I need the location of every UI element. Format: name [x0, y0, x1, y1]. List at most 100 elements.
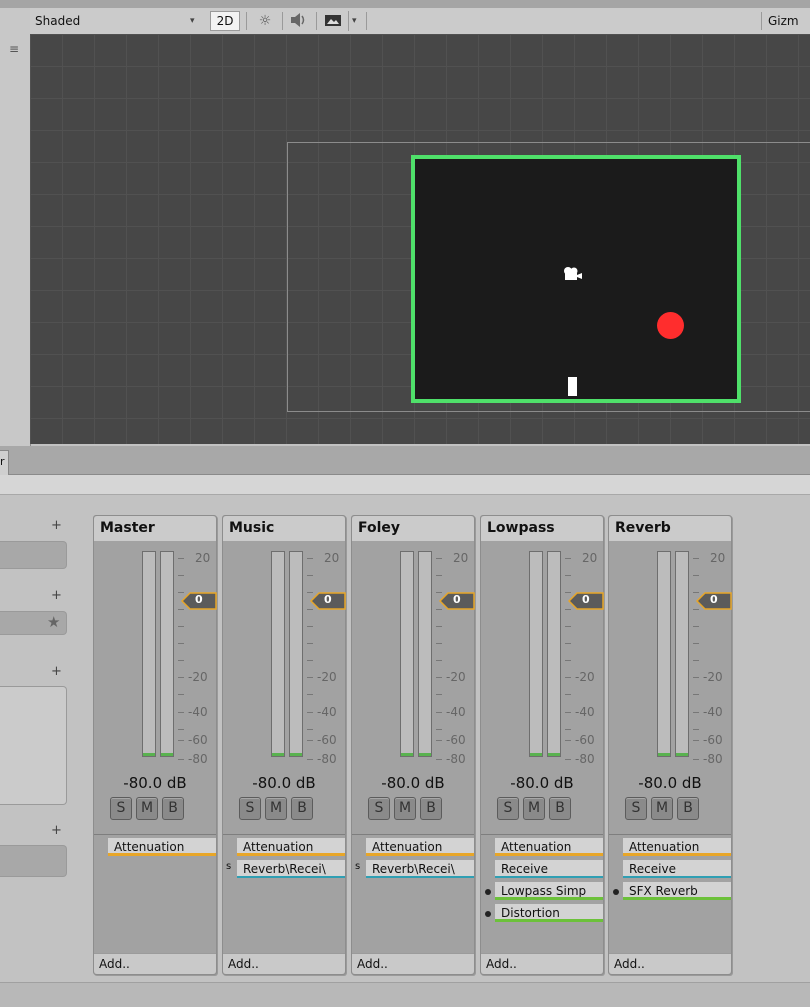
meter-level: [548, 753, 560, 756]
volume-fader[interactable]: 0: [696, 592, 732, 610]
effect-active-dot-icon: [613, 889, 619, 895]
fader-value: 0: [710, 593, 718, 606]
audio-toggle-icon[interactable]: [288, 11, 310, 31]
volume-fader[interactable]: 0: [439, 592, 475, 610]
mixers-list[interactable]: [0, 541, 67, 569]
solo-button[interactable]: S: [625, 797, 647, 820]
add-effect-button[interactable]: Add..: [352, 953, 474, 974]
channel-name[interactable]: Music: [223, 516, 345, 541]
add-effect-button[interactable]: Add..: [94, 953, 216, 974]
add-effect-button[interactable]: Add..: [481, 953, 603, 974]
scale-tick: [693, 712, 699, 713]
scale-tick: [436, 660, 442, 661]
audio-mixer-tab[interactable]: r: [0, 450, 9, 475]
paddle-sprite[interactable]: [568, 377, 577, 396]
add-effect-button[interactable]: Add..: [609, 953, 731, 974]
mute-button[interactable]: M: [651, 797, 673, 820]
mute-button[interactable]: M: [394, 797, 416, 820]
effect-slot[interactable]: Attenuation: [623, 838, 731, 856]
meter-level: [676, 753, 688, 756]
effect-slot[interactable]: Attenuation: [366, 838, 474, 856]
snapshots-list[interactable]: ★: [0, 611, 67, 635]
bypass-button[interactable]: B: [162, 797, 184, 820]
scale-tick: [178, 660, 184, 661]
effect-slot[interactable]: Distortion: [495, 904, 603, 922]
level-meter-left: [271, 551, 285, 757]
effects-dropdown-arrow-icon[interactable]: ▾: [348, 11, 357, 31]
scale-label: -60: [575, 733, 595, 747]
solo-button[interactable]: S: [497, 797, 519, 820]
star-icon[interactable]: ★: [47, 613, 60, 631]
lighting-toggle-icon[interactable]: ☼: [254, 11, 276, 31]
bypass-button[interactable]: B: [291, 797, 313, 820]
add-effect-button[interactable]: Add..: [223, 953, 345, 974]
bypass-button[interactable]: B: [677, 797, 699, 820]
toolbar-divider: [761, 12, 762, 30]
effects-toggle-icon[interactable]: [324, 11, 344, 31]
solo-button[interactable]: S: [110, 797, 132, 820]
scale-tick: [307, 740, 313, 741]
scale-label: -40: [703, 705, 723, 719]
panel-tab-bar: [0, 446, 810, 475]
scale-tick: [693, 558, 699, 559]
mute-button[interactable]: M: [136, 797, 158, 820]
channel-name[interactable]: Foley: [352, 516, 474, 541]
effect-slot[interactable]: SFX Reverb: [623, 882, 731, 900]
effect-slot[interactable]: Attenuation: [495, 838, 603, 856]
ball-sprite[interactable]: [657, 312, 684, 339]
bypass-button[interactable]: B: [420, 797, 442, 820]
scale-tick: [178, 694, 184, 695]
add-snapshot-plus-icon[interactable]: +: [51, 588, 62, 603]
mute-button[interactable]: M: [265, 797, 287, 820]
meter-level: [658, 753, 670, 756]
channel-name[interactable]: Reverb: [609, 516, 731, 541]
channel-name[interactable]: Lowpass: [481, 516, 603, 541]
camera-icon[interactable]: [562, 266, 584, 286]
scale-label: -20: [703, 670, 723, 684]
scale-label: -40: [575, 705, 595, 719]
scale-tick: [307, 643, 313, 644]
gizmos-dropdown[interactable]: Gizm: [768, 11, 799, 31]
scale-label: -80: [446, 752, 466, 766]
effects-list: Attenuation Reverb\Recei\ s: [223, 834, 345, 953]
views-list[interactable]: [0, 845, 67, 877]
scale-label: 20: [453, 551, 469, 565]
effect-slot[interactable]: Receive: [495, 860, 603, 878]
scale-tick: [693, 677, 699, 678]
volume-fader[interactable]: 0: [181, 592, 217, 610]
scale-label: -80: [317, 752, 337, 766]
dropdown-arrow-icon[interactable]: ▾: [190, 11, 195, 31]
effect-slot[interactable]: Lowpass Simp: [495, 882, 603, 900]
add-mixer-plus-icon[interactable]: +: [51, 518, 62, 533]
groups-list[interactable]: [0, 686, 67, 805]
shading-mode-dropdown[interactable]: Shaded: [35, 11, 201, 31]
volume-fader[interactable]: 0: [568, 592, 604, 610]
scale-label: -60: [317, 733, 337, 747]
solo-button[interactable]: S: [368, 797, 390, 820]
scale-tick: [565, 558, 571, 559]
scale-tick: [693, 740, 699, 741]
add-view-plus-icon[interactable]: +: [51, 823, 62, 838]
effect-slot[interactable]: Attenuation: [237, 838, 345, 856]
effect-slot[interactable]: Attenuation: [108, 838, 216, 856]
scale-tick: [436, 729, 442, 730]
channel-name[interactable]: Master: [94, 516, 216, 541]
hamburger-icon[interactable]: ≡: [9, 42, 19, 56]
scene-view[interactable]: [30, 34, 810, 444]
scale-tick: [436, 575, 442, 576]
level-meter-left: [529, 551, 543, 757]
effect-slot[interactable]: Reverb\Recei\: [366, 860, 474, 878]
scale-label: 20: [324, 551, 340, 565]
bypass-button[interactable]: B: [549, 797, 571, 820]
scale-tick: [436, 643, 442, 644]
effects-list: Attenuation Receive Lowpass Simp Distortion: [481, 834, 603, 953]
effect-slot[interactable]: Receive: [623, 860, 731, 878]
mute-button[interactable]: M: [523, 797, 545, 820]
scale-tick: [178, 643, 184, 644]
solo-button[interactable]: S: [239, 797, 261, 820]
add-group-plus-icon[interactable]: +: [51, 664, 62, 679]
effect-slot[interactable]: Reverb\Recei\: [237, 860, 345, 878]
2d-toggle-button[interactable]: 2D: [210, 11, 240, 31]
volume-fader[interactable]: 0: [310, 592, 346, 610]
scale-label: -80: [703, 752, 723, 766]
